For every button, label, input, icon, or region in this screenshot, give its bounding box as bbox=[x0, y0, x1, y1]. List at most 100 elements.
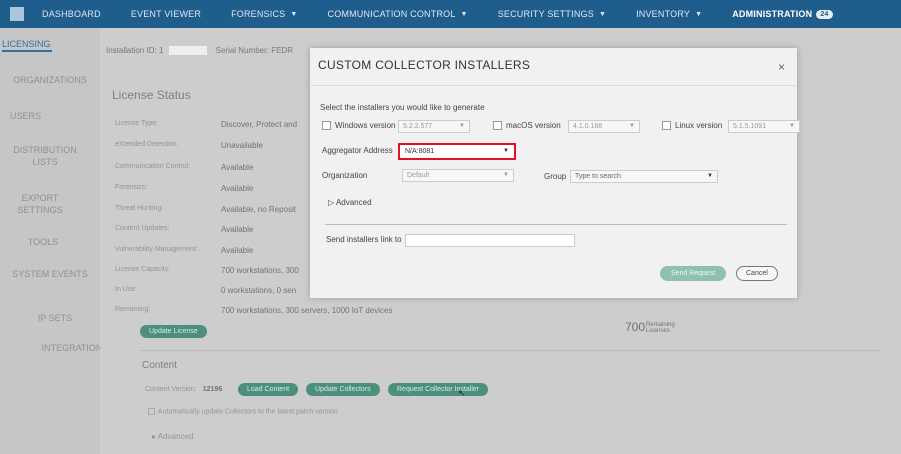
nav-security-settings-label: SECURITY SETTINGS bbox=[497, 9, 594, 19]
close-icon[interactable]: × bbox=[778, 60, 785, 74]
send-request-button[interactable]: Send Request bbox=[660, 266, 727, 281]
linux-version-value: 5.1.5.1091 bbox=[733, 123, 767, 130]
sidebar-item-export-settings[interactable]: EXPORT SETTINGS bbox=[0, 192, 80, 216]
installation-id-label: Installation ID: bbox=[106, 46, 157, 55]
nav-inventory[interactable]: INVENTORY ▼ bbox=[636, 9, 702, 19]
windows-label: Windows version bbox=[335, 121, 396, 130]
sidebar-item-system-events[interactable]: SYSTEM EVENTS bbox=[0, 268, 100, 280]
license-row-label: eXtended Detection: bbox=[115, 141, 179, 148]
advanced-toggle-dialog[interactable]: ▷ Advanced bbox=[328, 198, 372, 207]
license-row-label: Forensics: bbox=[115, 184, 148, 191]
windows-checkbox[interactable] bbox=[322, 121, 331, 130]
dialog-divider bbox=[325, 224, 787, 225]
mouse-cursor-icon: ↖ bbox=[458, 388, 466, 398]
macos-version-select[interactable]: 4.1.0.188 ▼ bbox=[568, 120, 640, 133]
serial-number-label: Serial Number: bbox=[215, 46, 269, 55]
auto-update-row[interactable]: Automatically update Collectors to the l… bbox=[148, 408, 338, 415]
chevron-down-icon: ▼ bbox=[503, 148, 509, 154]
nav-security-settings[interactable]: SECURITY SETTINGS ▼ bbox=[498, 9, 606, 19]
group-search-select[interactable]: Type to search ▼ bbox=[570, 170, 718, 183]
nav-administration[interactable]: ADMINISTRATION 24 bbox=[732, 9, 833, 19]
macos-label: macOS version bbox=[506, 121, 561, 130]
update-license-button[interactable]: Update License bbox=[140, 325, 207, 338]
license-row-value: Discover, Protect and bbox=[221, 120, 298, 129]
nav-communication-control[interactable]: COMMUNICATION CONTROL ▼ bbox=[328, 9, 468, 19]
auto-update-checkbox[interactable] bbox=[148, 408, 155, 415]
caret-right-icon: ▷ bbox=[328, 198, 335, 207]
chevron-down-icon: ▼ bbox=[707, 173, 713, 179]
content-title: Content bbox=[142, 360, 178, 371]
installation-info: Installation ID: 1 Serial Number: FEDR bbox=[106, 46, 293, 56]
content-version-value: 12196 bbox=[202, 386, 223, 393]
macos-version-value: 4.1.0.188 bbox=[573, 123, 603, 130]
sidebar-item-tools[interactable]: TOOLS bbox=[0, 236, 86, 248]
license-row-value: Available bbox=[221, 246, 254, 255]
organization-label: Organization bbox=[322, 171, 368, 180]
chevron-down-icon: ▼ bbox=[695, 10, 703, 18]
nav-event-viewer[interactable]: EVENT VIEWER bbox=[131, 9, 201, 19]
sidebar-item-organizations[interactable]: ORGANIZATIONS bbox=[0, 74, 100, 86]
license-row-label: Content Updates: bbox=[115, 225, 170, 232]
nav-communication-control-label: COMMUNICATION CONTROL bbox=[327, 9, 456, 19]
content-version-label: Content Version: bbox=[145, 386, 197, 393]
cancel-button[interactable]: Cancel bbox=[736, 266, 778, 281]
aggregator-address-label: Aggregator Address bbox=[322, 146, 393, 155]
nav-forensics-label: FORENSICS bbox=[231, 9, 286, 19]
send-link-input[interactable] bbox=[405, 234, 575, 247]
macos-option[interactable]: macOS version bbox=[493, 121, 561, 130]
license-row-value: 0 workstations, 0 sen bbox=[221, 286, 297, 295]
installation-id-value: 1 bbox=[158, 46, 164, 55]
chevron-down-icon: ▼ bbox=[503, 172, 509, 178]
linux-checkbox[interactable] bbox=[662, 121, 671, 130]
advanced-label: Advanced bbox=[335, 198, 372, 207]
linux-option[interactable]: Linux version bbox=[662, 121, 722, 130]
sidebar-item-licensing[interactable]: LICENSING bbox=[2, 38, 52, 52]
organization-select[interactable]: Default ▼ bbox=[402, 169, 514, 182]
nav-inventory-label: INVENTORY bbox=[636, 9, 691, 19]
windows-version-value: 5.2.2.577 bbox=[403, 123, 433, 130]
advanced-label: Advanced bbox=[157, 432, 194, 441]
license-row-value: Available bbox=[221, 184, 254, 193]
licenses-word: Licenses bbox=[646, 327, 670, 334]
group-label: Group bbox=[544, 172, 567, 181]
aggregator-address-select[interactable]: N/A:8081 ▼ bbox=[398, 143, 516, 160]
load-content-button[interactable]: Load Content bbox=[238, 383, 299, 396]
section-divider bbox=[140, 350, 880, 351]
custom-collector-installers-dialog: CUSTOM COLLECTOR INSTALLERS × Select the… bbox=[310, 48, 800, 298]
update-collectors-button[interactable]: Update Collectors bbox=[306, 383, 380, 396]
license-row-value: 700 workstations, 300 bbox=[221, 266, 299, 275]
content-version: Content Version: 12196 bbox=[145, 386, 222, 393]
dialog-divider bbox=[310, 85, 797, 86]
app-logo-icon[interactable] bbox=[10, 7, 24, 21]
license-row-value: 700 workstations, 300 servers, 1000 IoT … bbox=[221, 306, 393, 315]
license-row-value: Available bbox=[221, 163, 254, 172]
sidebar-item-ip-sets[interactable]: IP SETS bbox=[0, 312, 110, 324]
redacted-block bbox=[169, 46, 208, 56]
notification-badge: 24 bbox=[816, 9, 833, 19]
license-status-title: License Status bbox=[112, 88, 191, 102]
license-row-value: Unavailable bbox=[221, 141, 263, 150]
nav-forensics[interactable]: FORENSICS ▼ bbox=[231, 9, 297, 19]
windows-option[interactable]: Windows version bbox=[322, 121, 395, 130]
remaining-licenses-count: 700 bbox=[625, 320, 646, 334]
sidebar-item-users[interactable]: USERS bbox=[10, 110, 70, 122]
license-row-label: License Capacity: bbox=[115, 266, 171, 273]
windows-version-select[interactable]: 5.2.2.577 ▼ bbox=[398, 120, 470, 133]
linux-version-select[interactable]: 5.1.5.1091 ▼ bbox=[728, 120, 800, 133]
nav-administration-label: ADMINISTRATION bbox=[732, 9, 813, 19]
group-search-placeholder: Type to search bbox=[575, 173, 621, 180]
sidebar-item-distribution-lists[interactable]: DISTRIBUTION LISTS bbox=[0, 144, 90, 168]
license-row-label: Vulnerability Management: bbox=[115, 246, 198, 253]
organization-value: Default bbox=[407, 172, 430, 179]
advanced-toggle-content[interactable]: ▸ Advanced bbox=[152, 432, 193, 441]
macos-checkbox[interactable] bbox=[493, 121, 502, 130]
license-row-label: License Type: bbox=[115, 120, 159, 127]
chevron-down-icon: ▼ bbox=[460, 10, 468, 18]
license-row-label: In Use: bbox=[115, 286, 138, 293]
request-collector-installer-button[interactable]: Request Collector Installer bbox=[388, 383, 489, 396]
chevron-down-icon: ▼ bbox=[629, 123, 635, 129]
serial-number-value: FEDR bbox=[271, 46, 293, 55]
nav-dashboard[interactable]: DASHBOARD bbox=[42, 9, 101, 19]
auto-update-label: Automatically update Collectors to the l… bbox=[158, 408, 338, 416]
chevron-down-icon: ▼ bbox=[290, 10, 298, 18]
